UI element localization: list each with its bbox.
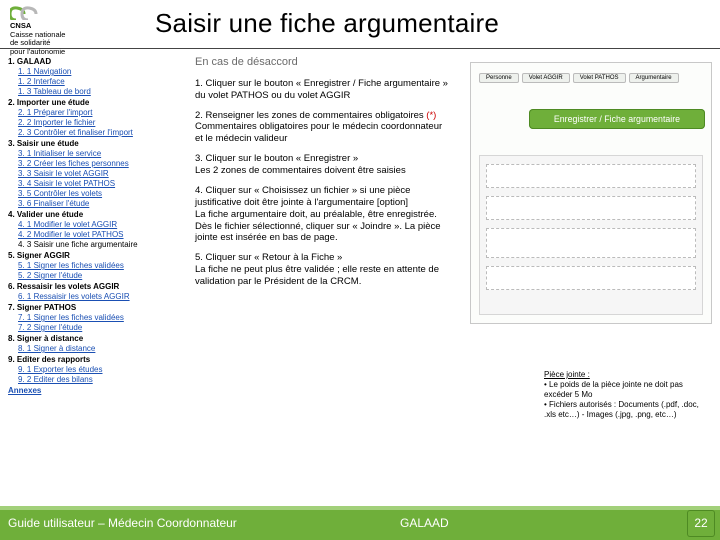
- toc-link[interactable]: 1. 1 Navigation: [18, 67, 71, 76]
- toc-link[interactable]: Annexes: [8, 386, 41, 395]
- toc-item: 6. 1 Ressaisir les volets AGGIR: [18, 292, 188, 302]
- toc-item: 2. Importer une étude: [8, 98, 188, 108]
- toc-link[interactable]: 5. 2 Signer l'étude: [18, 271, 82, 280]
- toc-link[interactable]: 4. 2 Modifier le volet PATHOS: [18, 230, 124, 239]
- toc-link[interactable]: 3. 3 Saisir le volet AGGIR: [18, 169, 109, 178]
- toc-item: 5. 1 Signer les fiches validées: [18, 261, 188, 271]
- toc-item: Annexes: [8, 386, 188, 396]
- toc-item: 4. Valider une étude: [8, 210, 188, 220]
- toc-link[interactable]: 3. 5 Contrôler les volets: [18, 189, 102, 198]
- toc-link[interactable]: 3. 4 Saisir le volet PATHOS: [18, 179, 115, 188]
- toc-link[interactable]: 2. 1 Préparer l'import: [18, 108, 92, 117]
- toc-item: 2. 3 Contrôler et finaliser l'import: [18, 128, 188, 138]
- toc-item: 3. 6 Finaliser l'étude: [18, 199, 188, 209]
- screenshot-tab: Volet PATHOS: [573, 73, 626, 83]
- toc-link[interactable]: 9. 2 Editer des bilans: [18, 375, 93, 384]
- table-of-contents: 1. GALAAD1. 1 Navigation1. 2 Interface1.…: [8, 56, 188, 396]
- toc-item: 1. GALAAD: [8, 57, 188, 67]
- toc-item: 2. 2 Importer le fichier: [18, 118, 188, 128]
- instructions: En cas de désaccord 1. Cliquer sur le bo…: [195, 56, 450, 296]
- toc-item: 3. Saisir une étude: [8, 139, 188, 149]
- toc-link[interactable]: 9. 1 Exporter les études: [18, 365, 103, 374]
- toc-item: 8. Signer à distance: [8, 334, 188, 344]
- toc-item: 1. 3 Tableau de bord: [18, 87, 188, 97]
- toc-item: 9. 2 Editer des bilans: [18, 375, 188, 385]
- save-argument-button[interactable]: Enregistrer / Fiche argumentaire: [529, 109, 705, 129]
- toc-link[interactable]: 7. 2 Signer l'étude: [18, 323, 82, 332]
- toc-link[interactable]: 7. 1 Signer les fiches validées: [18, 313, 124, 322]
- footer-left: Guide utilisateur – Médecin Coordonnateu…: [8, 516, 237, 530]
- step-3: 3. Cliquer sur le bouton « Enregistrer »…: [195, 153, 450, 177]
- attachment-note: Pièce jointe : • Le poids de la pièce jo…: [544, 370, 712, 420]
- screenshot-tab: Volet AGGIR: [522, 73, 570, 83]
- toc-link[interactable]: 8. 1 Signer à distance: [18, 344, 95, 353]
- page-title: Saisir une fiche argumentaire: [155, 8, 499, 39]
- toc-link[interactable]: 5. 1 Signer les fiches validées: [18, 261, 124, 270]
- toc-item: 6. Ressaisir les volets AGGIR: [8, 282, 188, 292]
- toc-link[interactable]: 4. 1 Modifier le volet AGGIR: [18, 220, 117, 229]
- toc-link[interactable]: 1. 2 Interface: [18, 77, 65, 86]
- step-2: 2. Renseigner les zones de commentaires …: [195, 110, 450, 146]
- divider: [0, 48, 720, 49]
- footer-center: GALAAD: [400, 516, 449, 530]
- toc-item: 4. 1 Modifier le volet AGGIR: [18, 220, 188, 230]
- toc-link[interactable]: 1. 3 Tableau de bord: [18, 87, 91, 96]
- subheading: En cas de désaccord: [195, 56, 450, 70]
- toc-item: 5. Signer AGGIR: [8, 251, 188, 261]
- toc-link[interactable]: 6. 1 Ressaisir les volets AGGIR: [18, 292, 130, 301]
- toc-item: 3. 5 Contrôler les volets: [18, 189, 188, 199]
- page-number-badge: 22: [687, 510, 715, 537]
- toc-item: 5. 2 Signer l'étude: [18, 271, 188, 281]
- toc-item: 9. 1 Exporter les études: [18, 365, 188, 375]
- toc-item: 1. 2 Interface: [18, 77, 188, 87]
- screenshot-tab: Personne: [479, 73, 519, 83]
- toc-item: 2. 1 Préparer l'import: [18, 108, 188, 118]
- toc-item: 8. 1 Signer à distance: [18, 344, 188, 354]
- toc-item: 7. 1 Signer les fiches validées: [18, 313, 188, 323]
- toc-link[interactable]: 3. 6 Finaliser l'étude: [18, 199, 89, 208]
- toc-item: 4. 3 Saisir une fiche argumentaire: [18, 240, 188, 250]
- step-4: 4. Cliquer sur « Choisissez un fichier »…: [195, 185, 450, 244]
- toc-link[interactable]: 3. 1 Initialiser le service: [18, 149, 101, 158]
- form-panel: [479, 155, 703, 315]
- step-5: 5. Cliquer sur « Retour à la Fiche » La …: [195, 252, 450, 288]
- toc-item: 3. 3 Saisir le volet AGGIR: [18, 169, 188, 179]
- step-1: 1. Cliquer sur le bouton « Enregistrer /…: [195, 78, 450, 102]
- app-screenshot: PersonneVolet AGGIRVolet PATHOSArgumenta…: [470, 62, 712, 324]
- toc-item: 7. 2 Signer l'étude: [18, 323, 188, 333]
- toc-item: 4. 2 Modifier le volet PATHOS: [18, 230, 188, 240]
- toc-item: 3. 2 Créer les fiches personnes: [18, 159, 188, 169]
- toc-item: 9. Editer des rapports: [8, 355, 188, 365]
- screenshot-tab: Argumentaire: [629, 73, 679, 83]
- toc-item: 3. 4 Saisir le volet PATHOS: [18, 179, 188, 189]
- toc-item: 7. Signer PATHOS: [8, 303, 188, 313]
- toc-item: 3. 1 Initialiser le service: [18, 149, 188, 159]
- toc-link[interactable]: 2. 2 Importer le fichier: [18, 118, 95, 127]
- footer-bar: Guide utilisateur – Médecin Coordonnateu…: [0, 506, 720, 540]
- toc-link[interactable]: 3. 2 Créer les fiches personnes: [18, 159, 129, 168]
- toc-item: 1. 1 Navigation: [18, 67, 188, 77]
- toc-link[interactable]: 2. 3 Contrôler et finaliser l'import: [18, 128, 133, 137]
